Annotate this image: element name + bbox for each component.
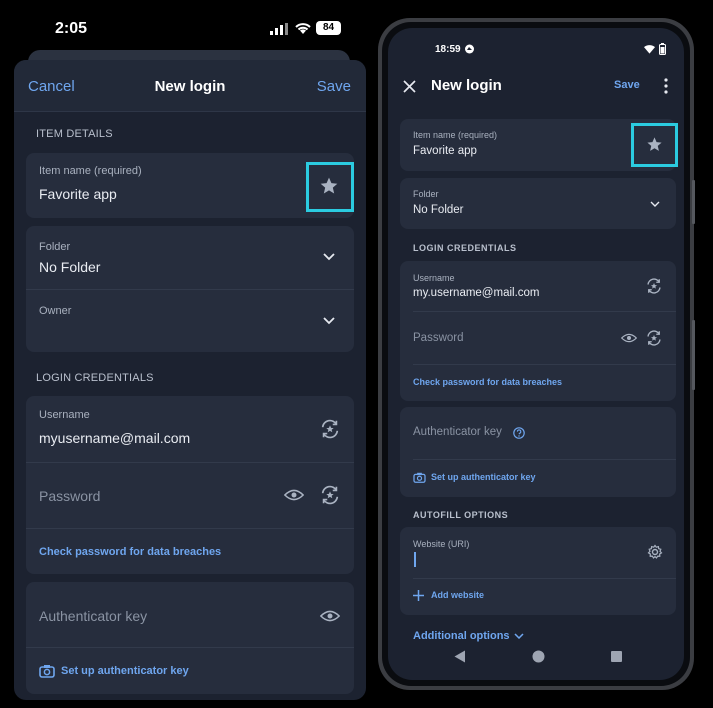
android-screen: 18:59 New login Save Item name (required… <box>388 28 684 680</box>
generate-password-icon[interactable] <box>319 484 341 506</box>
save-button[interactable]: Save <box>614 79 640 91</box>
folder-value[interactable]: No Folder <box>39 259 100 275</box>
divider <box>26 528 354 529</box>
nav-bar: Cancel New login Save <box>14 60 366 112</box>
login-credentials-card: Username my.username@mail.com Password C… <box>400 261 676 401</box>
chevron-down-icon[interactable] <box>323 253 335 261</box>
divider <box>413 364 676 365</box>
save-button[interactable]: Save <box>317 78 351 95</box>
more-options-icon[interactable] <box>664 78 668 94</box>
wifi-icon <box>295 23 311 34</box>
cellular-signal-icon <box>270 23 288 35</box>
divider <box>26 647 354 648</box>
autofill-card: Website (URI) Add website <box>400 527 676 615</box>
chevron-down-icon[interactable] <box>650 201 660 207</box>
camera-icon <box>413 472 426 483</box>
authenticator-key-input[interactable]: Authenticator key <box>413 426 502 438</box>
generate-password-icon[interactable] <box>645 329 663 347</box>
username-label: Username <box>413 273 455 283</box>
add-website-link[interactable]: Add website <box>431 590 484 600</box>
folder-label: Folder <box>39 241 71 253</box>
item-name-field[interactable]: Item name (required) Favorite app <box>26 153 354 218</box>
status-time: 2:05 <box>55 20 88 37</box>
close-icon[interactable] <box>403 80 416 93</box>
password-input[interactable]: Password <box>413 332 464 344</box>
volume-button <box>692 180 695 224</box>
divider <box>413 459 676 460</box>
username-value[interactable]: myusername@mail.com <box>39 430 190 446</box>
home-nav-icon[interactable] <box>532 650 545 663</box>
item-name-label: Item name (required) <box>413 130 498 140</box>
notification-icon <box>465 44 474 54</box>
folder-field[interactable]: Folder No Folder <box>400 178 676 229</box>
additional-options-toggle[interactable]: Additional options <box>413 630 510 642</box>
authenticator-key-input[interactable]: Authenticator key <box>39 608 147 624</box>
section-header-item-details: ITEM DETAILS <box>36 128 113 140</box>
setup-authenticator-link[interactable]: Set up authenticator key <box>431 472 536 482</box>
chevron-down-icon[interactable] <box>514 633 524 639</box>
show-password-eye-icon[interactable] <box>621 332 637 344</box>
wifi-icon <box>644 45 655 54</box>
folder-value[interactable]: No Folder <box>413 204 464 216</box>
username-value[interactable]: my.username@mail.com <box>413 287 540 299</box>
password-input[interactable]: Password <box>39 488 100 504</box>
new-login-sheet: Cancel New login Save ITEM DETAILS Item … <box>14 60 366 700</box>
item-name-label: Item name (required) <box>39 165 142 177</box>
authenticator-card: Authenticator key Set up authenticator k… <box>400 407 676 497</box>
website-label: Website (URI) <box>413 539 470 549</box>
owner-label: Owner <box>39 305 72 317</box>
status-time: 18:59 <box>435 44 461 55</box>
divider <box>26 289 354 290</box>
folder-owner-card: Folder No Folder Owner <box>26 226 354 352</box>
page-title: New login <box>154 78 226 95</box>
login-credentials-card: Username myusername@mail.com Password Ch… <box>26 396 354 574</box>
show-password-eye-icon[interactable] <box>284 487 304 503</box>
battery-icon <box>659 43 666 55</box>
username-label: Username <box>39 409 90 421</box>
page-title: New login <box>431 77 502 94</box>
favorite-highlight <box>306 162 354 212</box>
add-icon <box>413 590 424 601</box>
battery-icon: 84 <box>316 21 341 35</box>
show-key-eye-icon[interactable] <box>320 608 340 624</box>
divider <box>26 462 354 463</box>
item-name-value[interactable]: Favorite app <box>39 186 117 202</box>
recents-nav-icon[interactable] <box>611 651 622 662</box>
website-input-cursor[interactable] <box>414 552 416 567</box>
ios-screen: 2:05 84 Cancel New login Save ITEM DETAI… <box>0 0 370 708</box>
check-breaches-link[interactable]: Check password for data breaches <box>39 546 221 558</box>
help-icon[interactable] <box>513 427 525 439</box>
ios-status-bar: 2:05 84 <box>0 0 370 52</box>
section-header-autofill-options: AUTOFILL OPTIONS <box>413 510 509 520</box>
power-button <box>692 320 695 390</box>
divider <box>413 578 676 579</box>
divider <box>413 311 676 312</box>
generate-username-icon[interactable] <box>645 277 663 295</box>
folder-label: Folder <box>413 189 439 199</box>
check-breaches-link[interactable]: Check password for data breaches <box>413 377 562 387</box>
setup-authenticator-link[interactable]: Set up authenticator key <box>61 665 189 677</box>
generate-username-icon[interactable] <box>319 418 341 440</box>
chevron-down-icon[interactable] <box>323 317 335 325</box>
item-name-value[interactable]: Favorite app <box>413 145 477 157</box>
authenticator-card: Authenticator key Set up authenticator k… <box>26 582 354 694</box>
section-header-login-credentials: LOGIN CREDENTIALS <box>36 372 154 384</box>
section-header-login-credentials: LOGIN CREDENTIALS <box>413 243 517 253</box>
settings-gear-icon[interactable] <box>647 544 663 560</box>
favorite-highlight <box>631 123 678 167</box>
camera-icon <box>39 665 55 678</box>
back-nav-icon[interactable] <box>454 650 466 663</box>
